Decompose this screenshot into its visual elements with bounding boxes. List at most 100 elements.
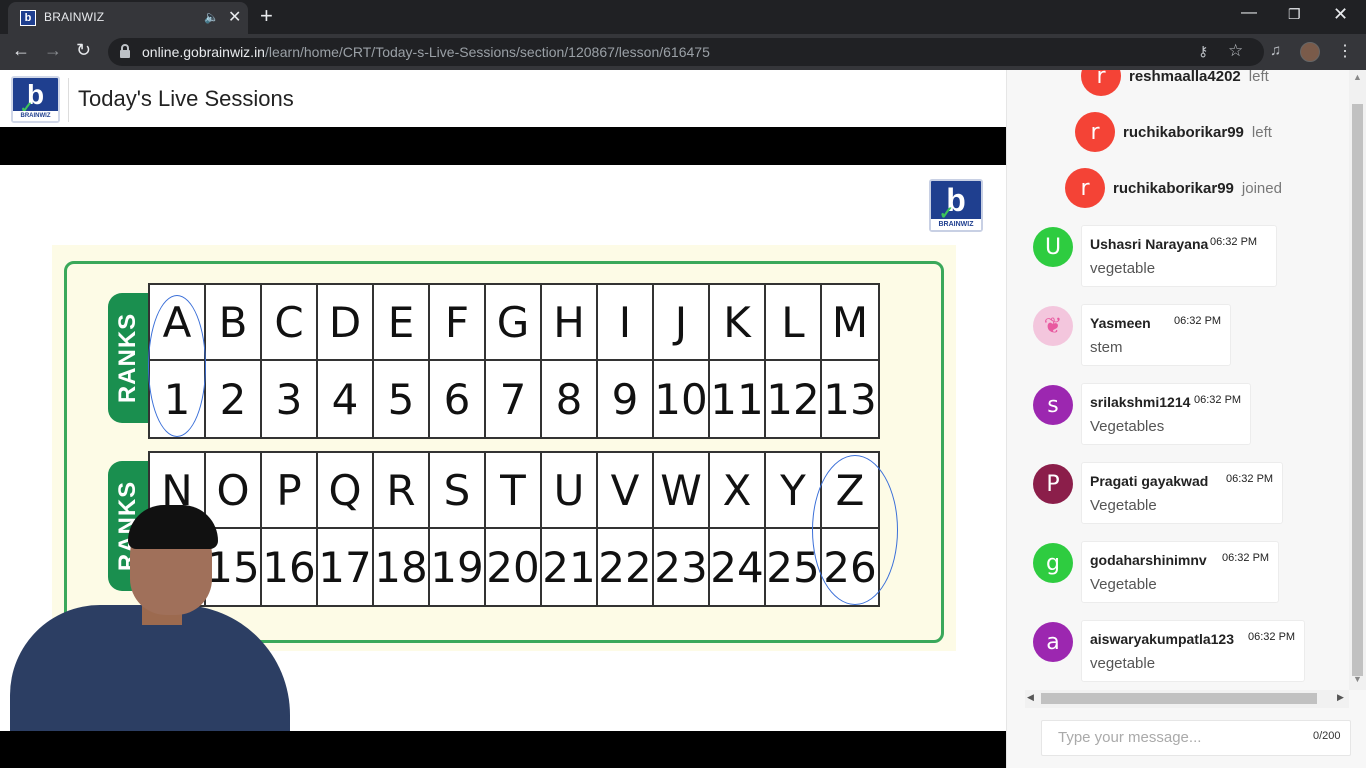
message-text: stem — [1090, 339, 1123, 356]
chat-horizontal-scrollbar[interactable]: ◀ ▶ — [1025, 690, 1349, 708]
key-icon[interactable]: ⚷ — [1198, 43, 1208, 60]
ranks-text: RANKS — [114, 312, 141, 404]
event-action: left — [1251, 123, 1272, 141]
message-text: vegetable — [1090, 260, 1156, 277]
rank-cell: 10 — [654, 361, 710, 437]
close-tab-icon[interactable]: ✕ — [228, 7, 241, 27]
page-header: b ✓ BRAINWIZ Today's Live Sessions — [0, 70, 1006, 127]
page-title: Today's Live Sessions — [78, 86, 294, 111]
letter-cell: B — [206, 285, 262, 361]
message-time: 06:32 PM — [1248, 631, 1296, 643]
logo-wordmark: BRAINWIZ — [13, 111, 58, 121]
avatar: r — [1065, 168, 1105, 208]
avatar: r — [1075, 112, 1115, 152]
letter-cell: X — [710, 453, 766, 529]
chat-message: P Pragati gayakwad 06:32 PM Vegetable — [1033, 462, 1333, 524]
restore-icon[interactable]: ❐ — [1288, 6, 1301, 23]
message-text: Vegetable — [1090, 576, 1157, 593]
browser-tab-bar: b BRAINWIZ 🔈 ✕ + — ❐ ✕ — [0, 0, 1366, 34]
url-host: online.gobrainwiz.in — [142, 44, 265, 60]
url-path: /learn/home/CRT/Today-s-Live-Sessions/se… — [264, 44, 710, 60]
scroll-up-icon[interactable]: ▲ — [1353, 72, 1362, 82]
lock-icon[interactable] — [120, 44, 130, 58]
letter-cell: K — [710, 285, 766, 361]
video-bottom-bar — [0, 731, 1006, 768]
forward-arrow-icon[interactable]: → — [44, 40, 62, 61]
window-close-icon[interactable]: ✕ — [1333, 4, 1348, 25]
letter-cell: H — [542, 285, 598, 361]
scroll-right-icon[interactable]: ▶ — [1337, 692, 1344, 703]
message-text: Vegetables — [1090, 418, 1165, 435]
event-action: left — [1248, 70, 1269, 85]
message-bubble: aiswaryakumpatla123 06:32 PM vegetable — [1081, 620, 1305, 682]
chat-message: g godaharshinimnv 06:32 PM Vegetable — [1033, 541, 1333, 603]
chat-messages[interactable]: r reshmaalla4202 left r ruchikaborikar99 left… — [1025, 70, 1349, 690]
rank-cell: 6 — [430, 361, 486, 437]
presenter-video — [10, 505, 300, 731]
new-tab-button[interactable]: + — [260, 3, 273, 29]
presenter-hair — [128, 505, 218, 549]
presentation-slide: b ✓ BRAINWIZ RANKS ABCDEFGHIJKLM12345678… — [0, 165, 1006, 731]
rank-cell: 5 — [374, 361, 430, 437]
minimize-icon[interactable]: — — [1241, 4, 1257, 22]
letter-cell: I — [598, 285, 654, 361]
letter-cell: E — [374, 285, 430, 361]
divider — [68, 78, 69, 122]
butterfly-avatar-icon: ❦ — [1033, 306, 1073, 346]
chat-vertical-scrollbar[interactable]: ▲ ▼ — [1349, 70, 1366, 690]
letter-cell: M — [822, 285, 878, 361]
letter-cell: V — [598, 453, 654, 529]
letter-cell: L — [766, 285, 822, 361]
media-control-icon[interactable]: ♫ — [1270, 42, 1281, 59]
ranks-label-row1: RANKS — [108, 293, 148, 423]
rank-cell: 23 — [654, 529, 710, 605]
message-time: 06:32 PM — [1222, 552, 1270, 564]
message-bubble: Pragati gayakwad 06:32 PM Vegetable — [1081, 462, 1283, 524]
message-bubble: srilakshmi1214 06:32 PM Vegetables — [1081, 383, 1251, 445]
rank-cell: 4 — [318, 361, 374, 437]
rank-cell: 17 — [318, 529, 374, 605]
browser-tab[interactable]: b BRAINWIZ 🔈 ✕ — [8, 2, 248, 34]
rank-cell: 7 — [486, 361, 542, 437]
live-video-player[interactable]: b ✓ BRAINWIZ RANKS ABCDEFGHIJKLM12345678… — [0, 127, 1006, 768]
chat-event: r ruchikaborikar99 joined — [1065, 168, 1282, 208]
scrollbar-thumb[interactable] — [1352, 104, 1363, 676]
letter-cell: D — [318, 285, 374, 361]
message-time: 06:32 PM — [1226, 473, 1274, 485]
rank-cell: 20 — [486, 529, 542, 605]
annotation-circle-a — [148, 295, 206, 437]
avatar: a — [1033, 622, 1073, 662]
butterfly-glyph: ❦ — [1043, 313, 1063, 339]
address-bar[interactable]: online.gobrainwiz.in/learn/home/CRT/Toda… — [108, 38, 1264, 66]
back-arrow-icon[interactable]: ← — [12, 40, 30, 61]
avatar: U — [1033, 227, 1073, 267]
profile-avatar[interactable] — [1300, 42, 1320, 62]
event-username: ruchikaborikar99 — [1123, 123, 1244, 141]
message-text: Vegetable — [1090, 497, 1157, 514]
chat-message: ❦ Yasmeen 06:32 PM stem — [1033, 304, 1333, 366]
rank-cell: 8 — [542, 361, 598, 437]
url-text[interactable]: online.gobrainwiz.in/learn/home/CRT/Toda… — [142, 44, 710, 60]
reload-icon[interactable]: ↻ — [76, 40, 91, 61]
letter-cell: T — [486, 453, 542, 529]
star-icon[interactable]: ☆ — [1228, 41, 1243, 61]
rank-cell: 3 — [262, 361, 318, 437]
menu-dots-icon[interactable]: ⋮ — [1337, 41, 1353, 61]
rank-cell: 19 — [430, 529, 486, 605]
chat-message: s srilakshmi1214 06:32 PM Vegetables — [1033, 383, 1333, 445]
rank-cell: 24 — [710, 529, 766, 605]
chat-message-input[interactable]: Type your message... — [1041, 720, 1351, 756]
message-time: 06:32 PM — [1194, 394, 1242, 406]
scroll-left-icon[interactable]: ◀ — [1027, 692, 1034, 703]
brand-logo[interactable]: b ✓ BRAINWIZ — [11, 76, 60, 123]
letter-cell: J — [654, 285, 710, 361]
rank-cell: 13 — [823, 374, 877, 424]
event-action: joined — [1241, 179, 1282, 197]
scroll-down-icon[interactable]: ▼ — [1353, 674, 1362, 684]
rank-cell: 11 — [710, 361, 766, 437]
rank-cell: 22 — [598, 529, 654, 605]
speaker-icon[interactable]: 🔈 — [204, 10, 219, 24]
rank-cell: 21 — [542, 529, 598, 605]
scrollbar-thumb[interactable] — [1041, 693, 1317, 704]
browser-toolbar: ← → ↻ online.gobrainwiz.in/learn/home/CR… — [0, 34, 1366, 70]
